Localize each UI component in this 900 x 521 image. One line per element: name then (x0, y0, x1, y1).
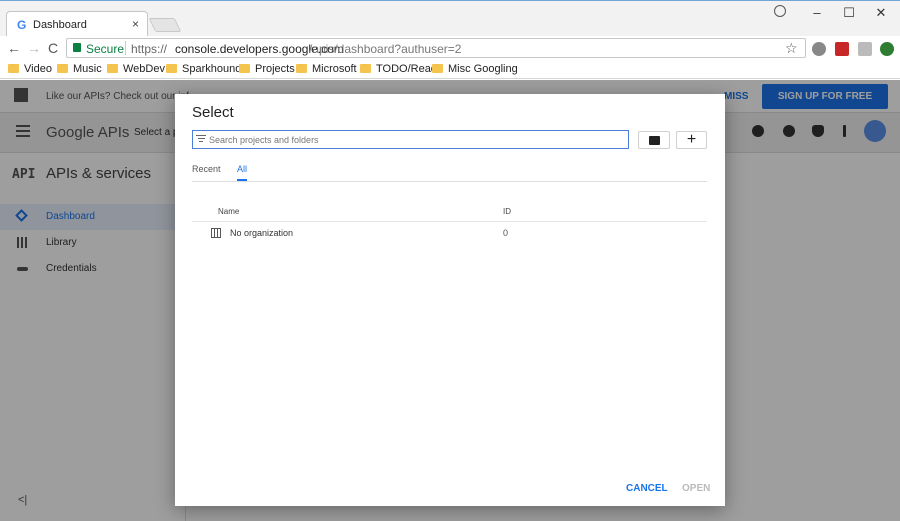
bookmark-todo-read[interactable]: TODO/Read (360, 63, 437, 75)
cancel-button[interactable]: CANCEL (626, 483, 668, 494)
search-box (192, 130, 629, 149)
extension-globe-icon[interactable] (812, 42, 826, 56)
folder-icon (57, 64, 68, 73)
folder-icon (432, 64, 443, 73)
tab-all[interactable]: All (237, 164, 247, 174)
browser-tab-dashboard[interactable]: G Dashboard × (6, 11, 148, 37)
dialog-tabs: Recent All (192, 160, 707, 182)
search-input[interactable] (209, 132, 619, 147)
extension-cast-icon[interactable] (858, 42, 872, 56)
url-separator (125, 41, 126, 55)
bookmark-webdev[interactable]: WebDev (107, 63, 165, 75)
back-button[interactable]: ← (7, 40, 21, 56)
bookmark-microsoft[interactable]: Microsoft (296, 63, 357, 75)
maximize-button[interactable]: ☐ (836, 5, 862, 21)
bookmark-misc-googling[interactable]: Misc Googling (432, 63, 518, 75)
forward-button[interactable]: → (27, 40, 41, 56)
folder-icon (360, 64, 371, 73)
active-tab-indicator (237, 179, 247, 181)
folder-icon (239, 64, 250, 73)
address-bar[interactable]: Secure https:// console.developers.googl… (66, 38, 806, 58)
column-header-id[interactable]: ID (503, 207, 511, 216)
tab-recent[interactable]: Recent (192, 164, 221, 174)
dialog-title: Select (192, 104, 234, 121)
bookmark-star-icon[interactable]: ☆ (785, 40, 798, 57)
new-project-button[interactable]: + (676, 131, 707, 149)
row-id: 0 (503, 228, 509, 238)
folder-icon (166, 64, 177, 73)
url-scheme: https:// (131, 42, 168, 56)
tab-title: Dashboard (33, 19, 87, 31)
folder-icon (296, 64, 307, 73)
tab-close-icon[interactable]: × (132, 17, 139, 31)
profile-icon[interactable] (774, 5, 786, 17)
close-window-button[interactable]: ✕ (868, 5, 894, 21)
bookmarks-bar: Video Music WebDev Sparkhound Projects M… (0, 60, 900, 79)
extension-update-icon[interactable] (880, 42, 894, 56)
folder-icon (649, 136, 660, 145)
bookmark-music[interactable]: Music (57, 63, 102, 75)
folder-icon (107, 64, 118, 73)
browser-titlebar: G Dashboard × – ☐ ✕ (0, 0, 900, 37)
folder-icon (8, 64, 19, 73)
bookmark-projects[interactable]: Projects (239, 63, 295, 75)
column-header-name[interactable]: Name (218, 207, 239, 216)
row-name[interactable]: No organization (230, 228, 293, 238)
reload-button[interactable]: C (48, 40, 58, 56)
bookmark-video[interactable]: Video (8, 63, 52, 75)
lock-icon (73, 43, 81, 52)
google-favicon-icon: G (17, 18, 27, 32)
new-folder-button[interactable] (638, 131, 670, 149)
filter-icon (196, 135, 206, 144)
select-project-dialog: Select + Recent All Name ID No organizat… (175, 94, 725, 506)
secure-label: Secure (86, 42, 125, 56)
minimize-button[interactable]: – (804, 5, 830, 21)
organization-icon (211, 228, 221, 238)
bookmark-sparkhound[interactable]: Sparkhound (166, 63, 241, 75)
new-tab-button[interactable] (148, 18, 182, 32)
url-path: /apis/dashboard?authuser=2 (309, 42, 462, 56)
extension-ublock-icon[interactable] (835, 42, 849, 56)
browser-toolbar: ← → C Secure https:// console.developers… (0, 36, 900, 60)
open-button[interactable]: OPEN (682, 483, 710, 494)
table-divider (192, 221, 707, 222)
